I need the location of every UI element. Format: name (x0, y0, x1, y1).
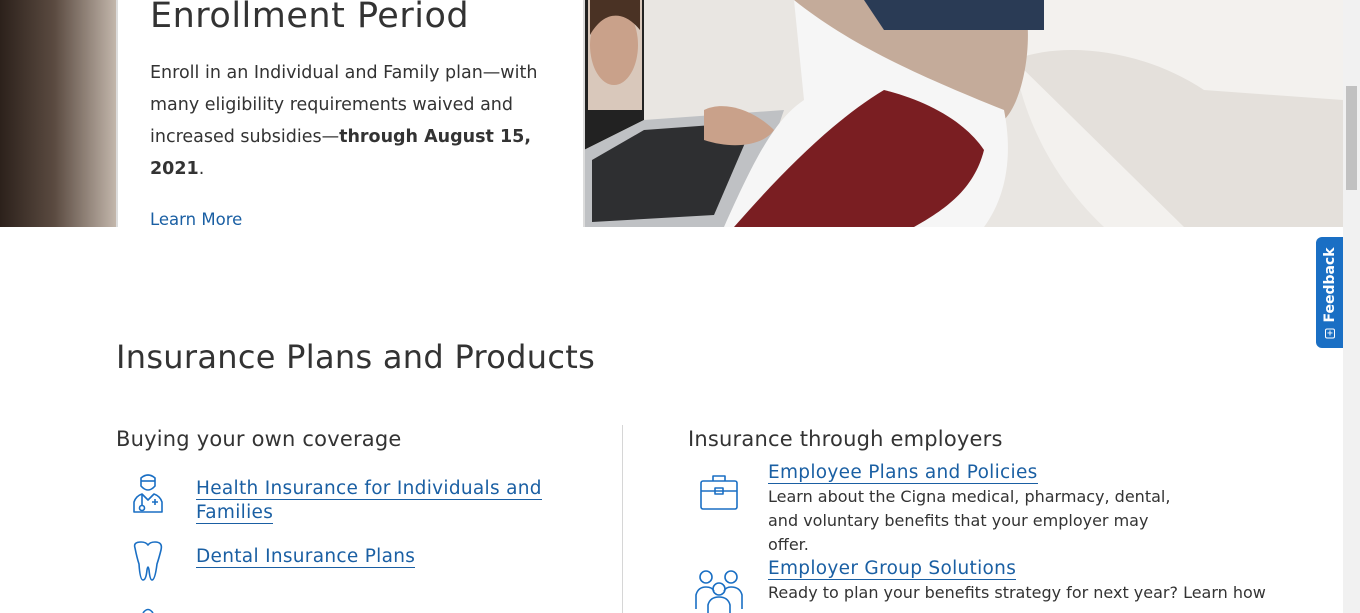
employee-plans-label: Employee Plans and Policies (768, 462, 1038, 484)
promo-title: Enrollment Period (150, 0, 470, 36)
feedback-plus-icon: + (1324, 328, 1335, 339)
briefcase-icon (700, 475, 738, 510)
dental-insurance-label: Dental Insurance Plans (196, 546, 416, 568)
next-item-icon (142, 608, 154, 613)
group-icon (695, 570, 743, 613)
dental-insurance-link[interactable]: Dental Insurance Plans (196, 545, 416, 569)
employee-plans-description: Learn about the Cigna medical, pharmacy,… (768, 487, 1171, 554)
feedback-tab[interactable]: + Feedback (1316, 237, 1343, 348)
employee-plans-link[interactable]: Employee Plans and Policies (768, 461, 1038, 485)
section-title: Insurance Plans and Products (116, 338, 596, 376)
employer-group-label: Employer Group Solutions (768, 558, 1017, 580)
learn-more-link[interactable]: Learn More (150, 210, 242, 227)
hero-photo (584, 0, 1343, 227)
employer-group-description: Ready to plan your benefits strategy for… (768, 583, 1266, 602)
health-insurance-link[interactable]: Health Insurance for Individuals and Fam… (196, 477, 556, 525)
left-column-title: Buying your own coverage (116, 427, 402, 451)
right-column-title: Insurance through employers (688, 427, 1003, 451)
feedback-label: Feedback (1321, 246, 1338, 323)
health-insurance-label: Health Insurance for Individuals and Fam… (196, 478, 542, 524)
promo-body: Enroll in an Individual and Family plan—… (150, 57, 550, 185)
doctor-icon (133, 474, 163, 513)
column-divider (622, 425, 623, 613)
promo-card: Enrollment Period Enroll in an Individua… (116, 0, 585, 227)
hero-banner: Enrollment Period Enroll in an Individua… (0, 0, 1343, 227)
hero-image-left (0, 0, 120, 227)
scrollbar-thumb[interactable] (1346, 86, 1357, 190)
feedback-label-wrap: + Feedback (1321, 246, 1338, 339)
employer-group-link[interactable]: Employer Group Solutions (768, 557, 1017, 581)
tooth-icon (133, 541, 163, 581)
promo-body-suffix: . (198, 159, 205, 179)
